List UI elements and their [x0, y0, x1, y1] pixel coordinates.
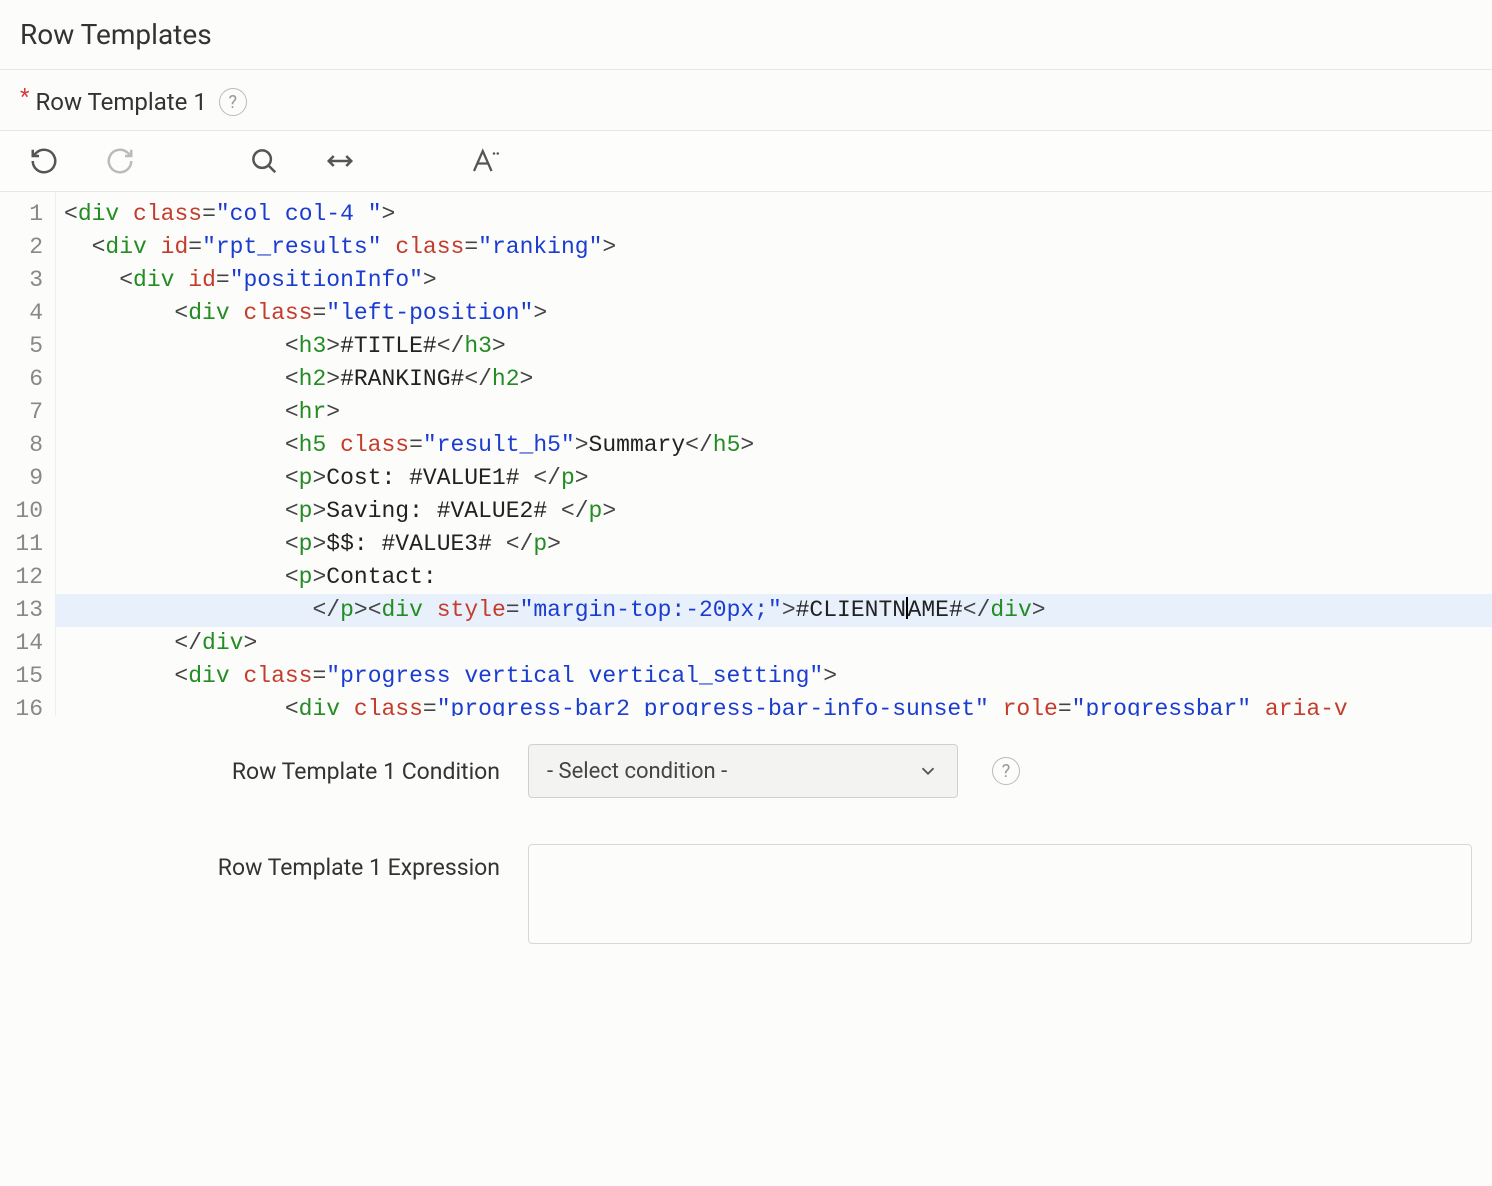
chevron-down-icon	[917, 760, 939, 782]
code-editor[interactable]: 12345678910111213141516 <div class="col …	[0, 192, 1492, 716]
condition-row: Row Template 1 Condition - Select condit…	[0, 716, 1492, 816]
expression-textarea[interactable]	[528, 844, 1472, 944]
row-template-1-label-row: * Row Template 1 ?	[0, 70, 1492, 130]
condition-select-value: - Select condition -	[547, 759, 727, 784]
horizontal-resize-icon[interactable]	[322, 143, 358, 179]
code-line[interactable]: <div class="col col-4 ">	[56, 198, 1492, 231]
expression-label: Row Template 1 Expression	[20, 844, 500, 881]
code-line[interactable]: </div>	[56, 627, 1492, 660]
font-settings-icon[interactable]	[466, 143, 502, 179]
line-number: 9	[0, 462, 55, 495]
line-number: 15	[0, 660, 55, 693]
line-number: 4	[0, 297, 55, 330]
line-number: 5	[0, 330, 55, 363]
section-title: Row Templates	[0, 0, 1492, 70]
code-line[interactable]: <p>Cost: #VALUE1# </p>	[56, 462, 1492, 495]
condition-label: Row Template 1 Condition	[20, 758, 500, 785]
line-number: 14	[0, 627, 55, 660]
help-icon[interactable]: ?	[219, 88, 247, 116]
line-number: 7	[0, 396, 55, 429]
search-icon[interactable]	[246, 143, 282, 179]
code-line[interactable]: <div class="progress-bar2 progress-bar-i…	[56, 693, 1492, 716]
help-icon[interactable]: ?	[992, 757, 1020, 785]
expression-row: Row Template 1 Expression	[0, 816, 1492, 962]
line-number: 6	[0, 363, 55, 396]
code-line[interactable]: <div id="positionInfo">	[56, 264, 1492, 297]
editor-toolbar	[0, 130, 1492, 192]
undo-icon[interactable]	[26, 143, 62, 179]
line-number: 1	[0, 198, 55, 231]
line-number: 11	[0, 528, 55, 561]
line-number: 3	[0, 264, 55, 297]
code-line[interactable]: <h3>#TITLE#</h3>	[56, 330, 1492, 363]
line-number: 10	[0, 495, 55, 528]
code-line[interactable]: </p><div style="margin-top:-20px;">#CLIE…	[56, 594, 1492, 627]
line-number-gutter: 12345678910111213141516	[0, 192, 56, 716]
line-number: 2	[0, 231, 55, 264]
line-number: 13	[0, 594, 55, 627]
line-number: 8	[0, 429, 55, 462]
code-line[interactable]: <div id="rpt_results" class="ranking">	[56, 231, 1492, 264]
line-number: 12	[0, 561, 55, 594]
required-indicator: *	[20, 87, 29, 109]
code-line[interactable]: <h2>#RANKING#</h2>	[56, 363, 1492, 396]
code-line[interactable]: <p>$$: #VALUE3# </p>	[56, 528, 1492, 561]
code-line[interactable]: <hr>	[56, 396, 1492, 429]
redo-icon[interactable]	[102, 143, 138, 179]
code-line[interactable]: <div class="left-position">	[56, 297, 1492, 330]
code-line[interactable]: <h5 class="result_h5">Summary</h5>	[56, 429, 1492, 462]
line-number: 16	[0, 693, 55, 716]
condition-select[interactable]: - Select condition -	[528, 744, 958, 798]
code-content[interactable]: <div class="col col-4 "> <div id="rpt_re…	[56, 192, 1492, 716]
code-line[interactable]: <div class="progress vertical vertical_s…	[56, 660, 1492, 693]
code-line[interactable]: <p>Saving: #VALUE2# </p>	[56, 495, 1492, 528]
row-template-1-label: Row Template 1	[35, 88, 206, 116]
code-line[interactable]: <p>Contact:	[56, 561, 1492, 594]
